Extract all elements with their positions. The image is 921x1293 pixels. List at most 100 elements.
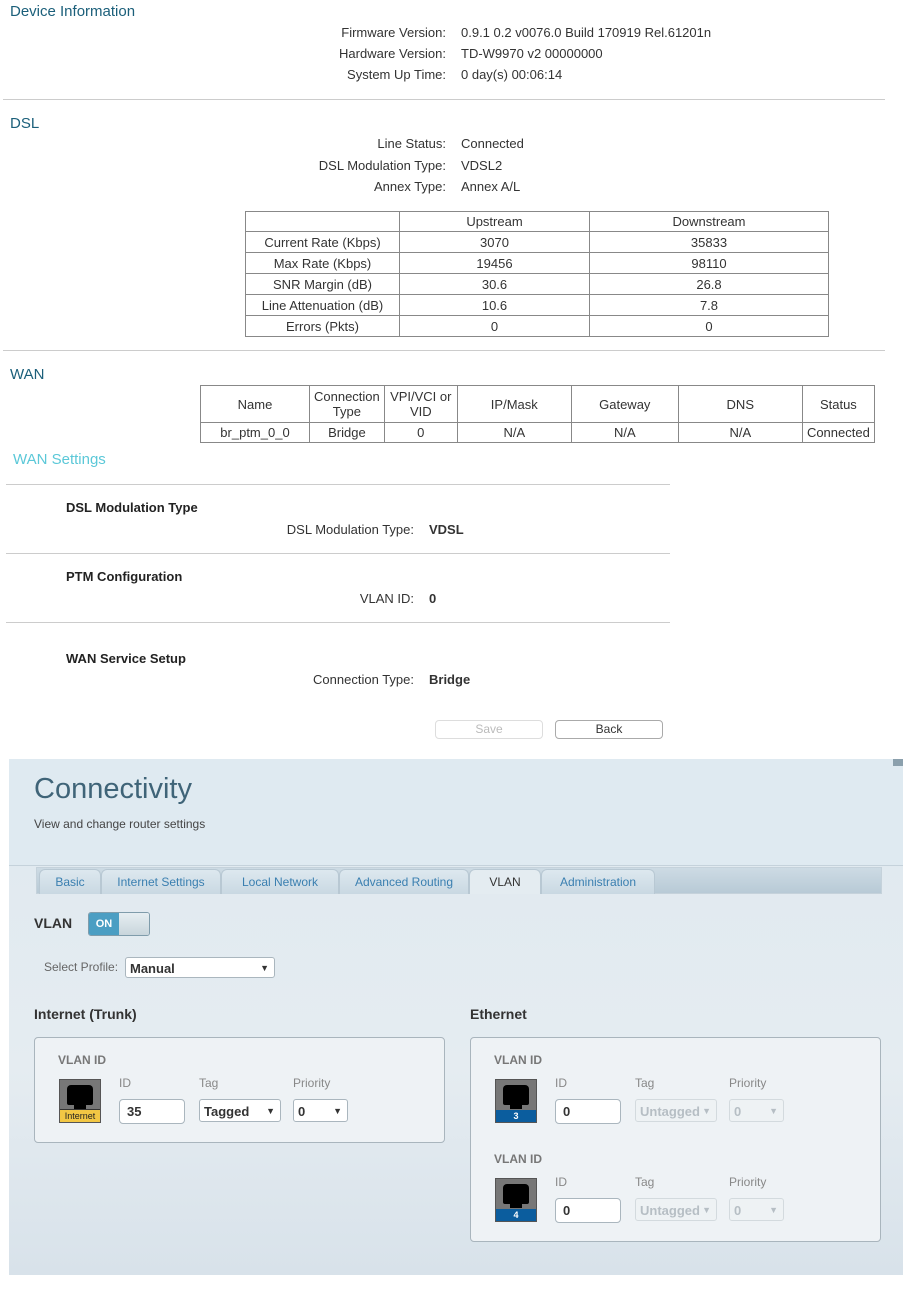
internet-vlan-box: VLAN ID Internet ID Tag Priority Tagged … (34, 1037, 445, 1143)
back-button[interactable]: Back (555, 720, 663, 739)
page-title: Connectivity (34, 773, 192, 805)
connectivity-panel: Connectivity View and change router sett… (9, 759, 903, 1275)
port-4-tag-select: Untagged ▼ (635, 1198, 717, 1221)
table-cell: N/A (456, 422, 572, 443)
table-header: Upstream (399, 211, 590, 232)
modulation-label: DSL Modulation Type: (318, 158, 446, 173)
divider (6, 553, 670, 554)
tab-bar: Basic Internet Settings Local Network Ad… (36, 867, 882, 894)
tab-internet-settings[interactable]: Internet Settings (101, 869, 221, 894)
wan-service-heading: WAN Service Setup (66, 651, 186, 666)
toggle-knob[interactable] (119, 913, 149, 935)
annex-value: Annex A/L (461, 179, 521, 194)
device-info-title: Device Information (10, 3, 136, 20)
tag-label: Tag (199, 1076, 219, 1090)
table-header: Status (801, 385, 876, 423)
hardware-value: TD-W9970 v2 00000000 (461, 46, 603, 61)
uptime-label: System Up Time: (347, 67, 446, 82)
tab-basic[interactable]: Basic (39, 869, 101, 894)
table-cell: Max Rate (Kbps) (245, 252, 400, 274)
tag-select-value: Untagged (640, 1203, 700, 1218)
ethernet-heading: Ethernet (470, 1006, 527, 1022)
port-3-vlan-id-input[interactable] (555, 1099, 621, 1124)
table-cell: 19456 (399, 252, 590, 274)
wan-table: Name Connection Type VPI/VCI or VID IP/M… (200, 385, 876, 443)
vlan-id-label: VLAN ID (494, 1152, 542, 1166)
modulation-setting-label: DSL Modulation Type: (286, 522, 414, 537)
modulation-value: VDSL2 (461, 158, 503, 173)
vlan-id-setting-value: 0 (429, 591, 437, 606)
table-cell: 10.6 (399, 294, 590, 316)
firmware-label: Firmware Version: (341, 25, 446, 40)
internet-trunk-heading: Internet (Trunk) (34, 1006, 137, 1022)
chevron-down-icon: ▼ (260, 963, 269, 973)
vlan-toggle[interactable]: ON (88, 912, 150, 936)
tag-select-value: Untagged (640, 1104, 700, 1119)
page-subtitle: View and change router settings (34, 817, 206, 831)
table-cell: 30.6 (399, 273, 590, 295)
port-3-tag-select: Untagged ▼ (635, 1099, 717, 1122)
divider (3, 99, 885, 100)
table-row: Max Rate (Kbps) 19456 98110 (245, 252, 829, 274)
table-header: VPI/VCI or VID (383, 385, 458, 423)
toggle-on-label: ON (89, 913, 119, 935)
close-icon[interactable] (893, 759, 903, 766)
tab-vlan[interactable]: VLAN (469, 869, 541, 894)
vlan-id-setting-label: VLAN ID: (359, 591, 414, 606)
annex-label: Annex Type: (373, 179, 446, 194)
ethernet-vlan-box: VLAN ID 3 ID Tag Priority Untagged ▼ 0 ▼… (470, 1037, 881, 1242)
internet-port-icon: Internet (59, 1079, 101, 1123)
table-header: Name (200, 385, 310, 423)
table-cell: SNR Margin (dB) (245, 273, 400, 295)
save-button[interactable]: Save (435, 720, 543, 739)
internet-vlan-id-input[interactable] (119, 1099, 185, 1124)
firmware-value: 0.9.1 0.2 v0076.0 Build 170919 Rel.61201… (461, 25, 712, 40)
port-label: Internet (60, 1109, 100, 1122)
port-label: 4 (496, 1209, 536, 1221)
profile-select[interactable]: Manual ▼ (125, 957, 275, 978)
internet-priority-select[interactable]: 0 ▼ (293, 1099, 348, 1122)
tab-advanced-routing[interactable]: Advanced Routing (339, 869, 469, 894)
table-header (245, 211, 400, 232)
tab-local-network[interactable]: Local Network (221, 869, 339, 894)
priority-label: Priority (729, 1076, 767, 1090)
table-row: Line Attenuation (dB) 10.6 7.8 (245, 294, 829, 316)
tag-label: Tag (635, 1175, 655, 1189)
tab-administration[interactable]: Administration (541, 869, 655, 894)
divider (3, 350, 885, 351)
chevron-down-icon: ▼ (769, 1205, 778, 1215)
table-cell: 98110 (589, 252, 829, 274)
chevron-down-icon: ▼ (769, 1106, 778, 1116)
modulation-setting-value: VDSL (429, 522, 464, 537)
priority-label: Priority (293, 1076, 331, 1090)
table-cell: 0 (399, 315, 590, 337)
table-row: Errors (Pkts) 0 0 (245, 315, 829, 337)
chevron-down-icon: ▼ (702, 1106, 711, 1116)
connection-type-label: Connection Type: (313, 672, 414, 687)
chevron-down-icon: ▼ (266, 1106, 275, 1116)
table-cell: Errors (Pkts) (245, 315, 400, 337)
chevron-down-icon: ▼ (333, 1106, 342, 1116)
table-cell: 7.8 (589, 294, 829, 316)
line-status-label: Line Status: (377, 136, 446, 151)
table-cell: Connected (801, 422, 876, 443)
port-label: 3 (496, 1110, 536, 1122)
internet-tag-select[interactable]: Tagged ▼ (199, 1099, 281, 1122)
profile-select-value: Manual (130, 961, 175, 976)
divider (6, 622, 670, 623)
table-header: Gateway (570, 385, 679, 423)
chevron-down-icon: ▼ (702, 1205, 711, 1215)
port-4-priority-select: 0 ▼ (729, 1198, 784, 1221)
table-header: DNS (677, 385, 803, 423)
port-3-priority-select: 0 ▼ (729, 1099, 784, 1122)
wan-title: WAN (10, 366, 45, 383)
ethernet-port-3-icon: 3 (495, 1079, 537, 1123)
port-4-vlan-id-input[interactable] (555, 1198, 621, 1223)
connection-type-value: Bridge (429, 672, 471, 687)
line-status-value: Connected (461, 136, 524, 151)
table-cell: 0 (383, 422, 458, 443)
table-header: Downstream (589, 211, 829, 232)
table-cell: Current Rate (Kbps) (245, 231, 400, 253)
vlan-id-label: VLAN ID (58, 1053, 106, 1067)
id-label: ID (555, 1076, 567, 1090)
